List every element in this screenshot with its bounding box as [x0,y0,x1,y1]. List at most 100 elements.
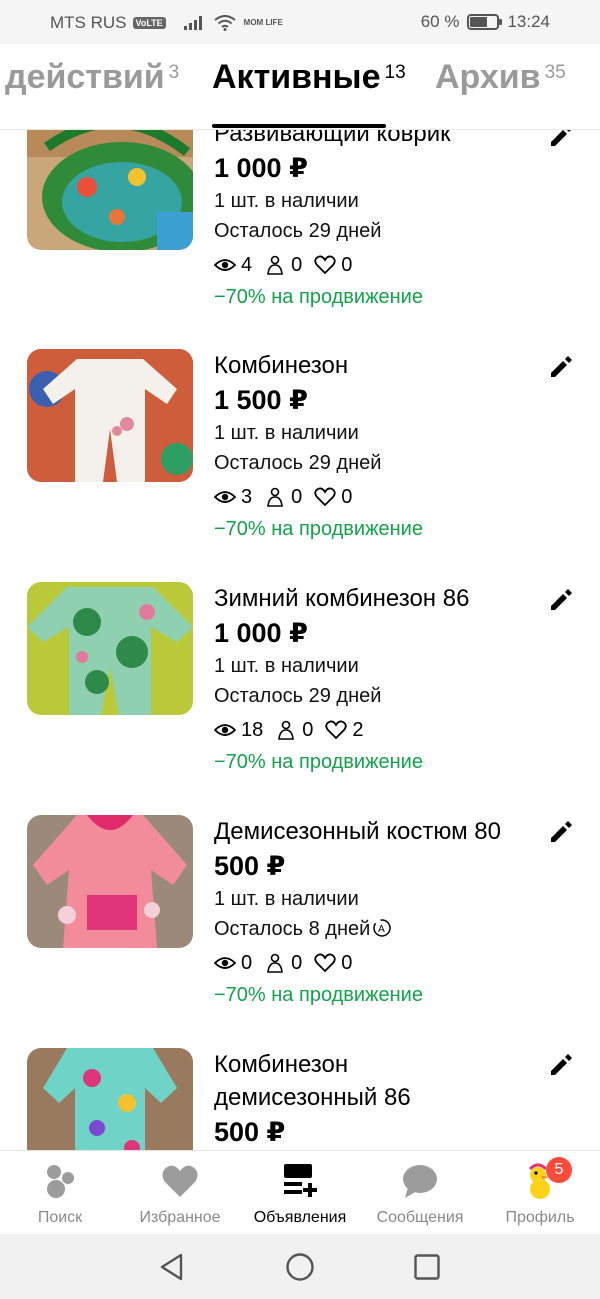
winter-jumpsuit-photo [27,582,193,715]
tab-active[interactable]: Активные 13 [212,58,406,97]
edit-button[interactable] [548,587,574,613]
listing-price: 500 ₽ [214,851,286,881]
listing-card[interactable]: Комбинезон 1 500 ₽ 1 шт. в наличии Остал… [0,349,600,581]
promo-link[interactable]: −70% на продвижение [214,282,544,312]
listing-price: 1 000 ₽ [214,618,308,648]
jumpsuit-photo [27,349,193,482]
views-count: 3 [241,486,253,508]
eye-icon [214,724,236,736]
person-icon [267,953,284,973]
views-count: 18 [241,719,264,741]
listing-remaining: Осталось 29 дней [214,220,382,242]
views-stat: 18 [214,715,263,745]
listings-list[interactable]: Развивающий коврик 1 000 ₽ 1 шт. в налич… [0,0,600,1150]
views-count: 0 [241,952,253,974]
pencil-icon [551,356,572,377]
person-icon [267,487,284,507]
listing-title: Демисезонный костюм 80 [214,818,501,845]
jacket-photo [27,815,193,948]
contacts-stat: 0 [275,715,313,745]
listing-price: 1 500 ₽ [214,385,308,415]
recents-square-icon[interactable] [412,1252,442,1282]
listing-remaining-row: Осталось 8 дней A [214,914,544,944]
listing-stock: 1 шт. в наличии [214,190,359,212]
favorites-count: 0 [341,486,353,508]
chat-bubble-icon [403,1165,437,1198]
pencil-icon [551,821,572,842]
listing-remaining: Осталось 29 дней [214,452,382,474]
nav-label: Сообщения [376,1209,464,1226]
favorites-stat: 2 [325,715,364,745]
contacts-stat: 0 [264,948,302,978]
home-circle-icon[interactable] [285,1252,315,1282]
notification-badge: 5 [546,1157,572,1183]
favorites-count: 2 [352,719,364,741]
nav-favorites[interactable]: Избранное [120,1161,240,1227]
system-navigation-bar [0,1234,600,1299]
promo-link[interactable]: −70% на продвижение [214,514,544,544]
listing-photo[interactable] [27,582,193,715]
edit-button[interactable] [548,354,574,380]
listing-stock: 1 шт. в наличии [214,888,359,910]
nav-messages[interactable]: Сообщения [360,1161,480,1227]
favorites-count: 0 [341,254,353,276]
tab-label: Активные [212,58,381,96]
listing-card[interactable]: Зимний комбинезон 86 1 000 ₽ 1 шт. в нал… [0,582,600,814]
promo-link[interactable]: −70% на продвижение [214,747,544,777]
views-stat: 0 [214,948,252,978]
eye-icon [214,957,236,969]
person-icon [267,255,284,275]
svg-text:A: A [378,924,385,935]
listing-photo[interactable] [27,1048,193,1150]
heart-outline-icon [314,953,336,973]
nav-search[interactable]: Поиск [0,1161,120,1227]
heart-icon [162,1165,198,1197]
back-triangle-icon[interactable] [157,1252,187,1282]
tab-count: 13 [384,62,406,83]
listing-title: Зимний комбинезон 86 [214,585,470,612]
contacts-count: 0 [302,719,314,741]
play-mat-photo [27,117,193,250]
tab-label: действий [5,58,165,96]
tab-archive[interactable]: Архив 35 [435,58,566,97]
views-count: 4 [241,254,253,276]
contacts-count: 0 [291,952,303,974]
listing-stock: 1 шт. в наличии [214,655,359,677]
favorites-count: 0 [341,952,353,974]
listing-stock: 1 шт. в наличии [214,422,359,444]
auto-renew-icon: A [373,919,392,937]
edit-button[interactable] [548,819,574,845]
heart-outline-icon [314,487,336,507]
listing-photo[interactable] [27,815,193,948]
tab-label: Архив [435,58,541,96]
nav-label: Избранное [139,1209,221,1226]
active-tab-indicator [212,124,386,128]
listing-title: Комбинезон демисезонный 86 [214,1051,411,1111]
listing-remaining: Осталось 29 дней [214,685,382,707]
listing-card[interactable]: Развивающий коврик 1 000 ₽ 1 шт. в налич… [0,117,600,349]
pencil-icon [551,589,572,610]
listing-remaining: Осталось 8 дней [214,918,371,940]
favorites-stat: 0 [314,948,352,978]
contacts-stat: 0 [264,482,302,512]
edit-button[interactable] [548,1052,574,1078]
listing-photo[interactable] [27,349,193,482]
listing-card[interactable]: Комбинезон демисезонный 86 500 ₽ [0,1048,600,1150]
listing-photo[interactable] [27,117,193,250]
contacts-count: 0 [291,254,303,276]
nav-label: Поиск [37,1209,83,1226]
tab-count: 3 [168,62,180,83]
promo-link[interactable]: −70% на продвижение [214,980,544,1010]
contacts-stat: 0 [264,250,302,280]
heart-outline-icon [314,255,336,275]
heart-outline-icon [325,720,348,740]
favorites-stat: 0 [314,482,352,512]
demiseason-jumpsuit-photo [27,1048,193,1150]
nav-listings[interactable]: Объявления [240,1161,360,1227]
nav-profile[interactable]: 5 Профиль [480,1157,600,1227]
listing-card[interactable]: Демисезонный костюм 80 500 ₽ 1 шт. в нал… [0,815,600,1047]
listing-price: 1 000 ₽ [214,153,308,183]
tab-awaiting-action[interactable]: действий 3 [5,58,179,97]
nav-label: Объявления [253,1209,347,1226]
listings-add-icon [284,1164,317,1197]
